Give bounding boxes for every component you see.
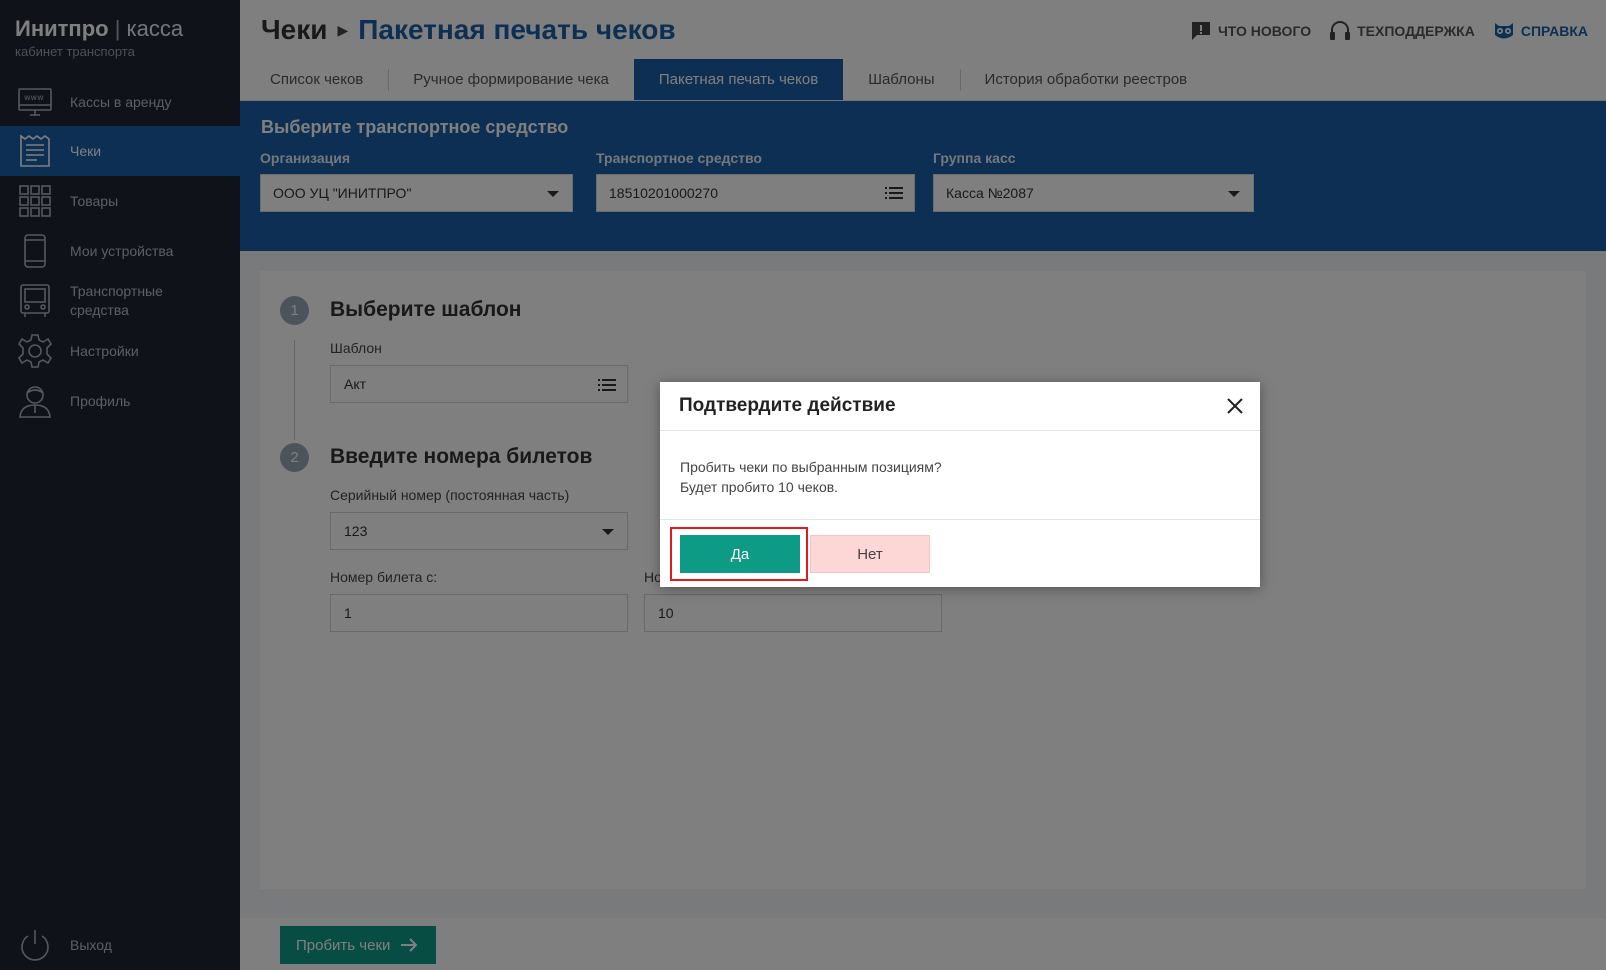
dialog-title: Подтвердите действие <box>679 395 896 416</box>
dialog-message-line1: Пробить чеки по выбранным позициям? <box>680 459 942 475</box>
dialog-message-line2: Будет пробито 10 чеков. <box>680 479 839 495</box>
close-icon[interactable] <box>1224 395 1246 417</box>
dialog-header: Подтвердите действие <box>660 382 1260 431</box>
dialog-footer: Да Нет <box>660 520 1260 586</box>
no-button[interactable]: Нет <box>810 535 930 573</box>
yes-button[interactable]: Да <box>680 535 800 573</box>
confirm-dialog: Подтвердите действие Пробить чеки по выб… <box>660 382 1260 587</box>
dialog-body: Пробить чеки по выбранным позициям? Буде… <box>660 431 1260 520</box>
